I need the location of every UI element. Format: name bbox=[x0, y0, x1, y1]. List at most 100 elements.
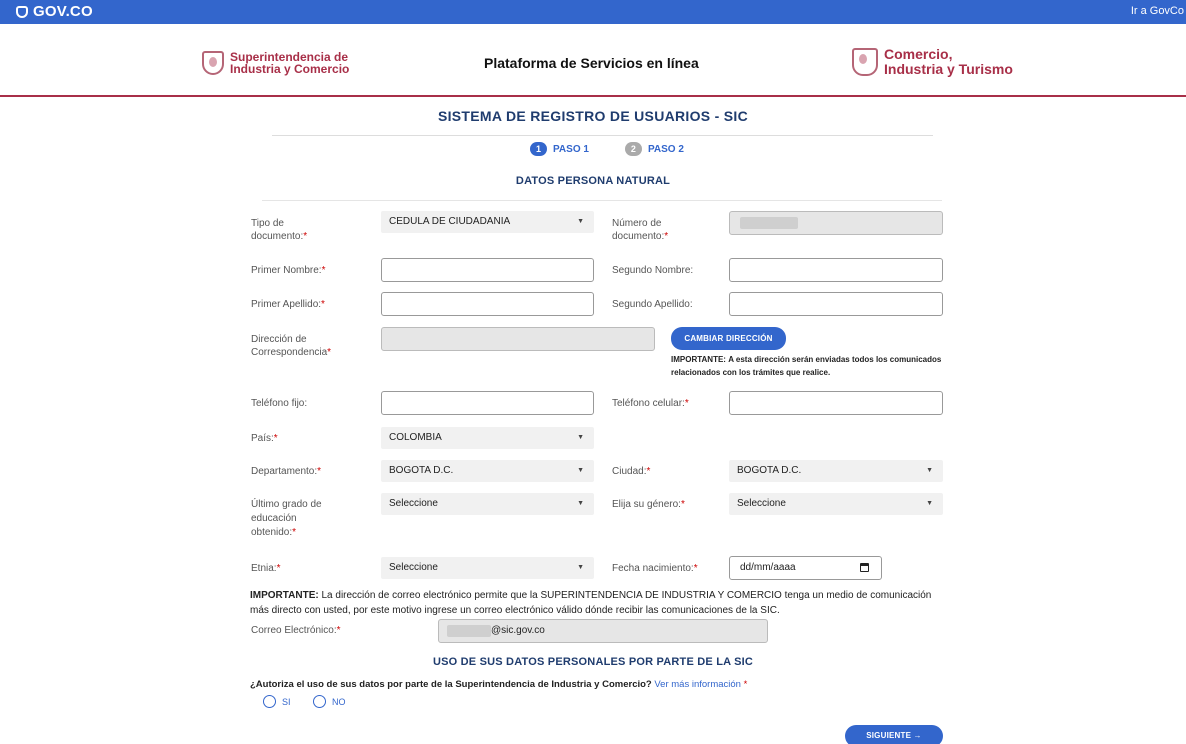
mincit-name-line1: Comercio, bbox=[884, 46, 953, 62]
fecha-label: Fecha nacimiento:* bbox=[612, 562, 698, 575]
siguiente-button[interactable]: SIGUIENTE → bbox=[845, 725, 943, 744]
tipo-doc-label: Tipo de documento:* bbox=[251, 217, 307, 243]
step-1-number: 1 bbox=[530, 142, 547, 156]
tipo-doc-label-line1: Tipo de bbox=[251, 218, 284, 229]
direccion-label-line2: Correspondencia* bbox=[251, 346, 331, 359]
direccion-label: Dirección de Correspondencia* bbox=[251, 333, 331, 359]
chevron-down-icon: ▼ bbox=[926, 467, 933, 474]
telefono-fijo-label: Teléfono fijo: bbox=[251, 398, 308, 409]
pais-select[interactable]: COLOMBIA ▼ bbox=[381, 427, 594, 449]
educacion-label-text: obtenido: bbox=[251, 527, 293, 538]
telefono-fijo-input[interactable] bbox=[381, 391, 594, 415]
cambiar-direccion-button[interactable]: CAMBIAR DIRECCIÓN bbox=[671, 327, 786, 350]
genero-select[interactable]: Seleccione ▼ bbox=[729, 493, 943, 515]
datos-personales-title: USO DE SUS DATOS PERSONALES POR PARTE DE… bbox=[432, 656, 754, 668]
fecha-nacimiento-input[interactable]: dd/mm/aaaa bbox=[729, 556, 882, 580]
redacted-value bbox=[740, 217, 798, 229]
segundo-nombre-input[interactable] bbox=[729, 258, 943, 282]
required-mark: * bbox=[321, 265, 326, 276]
ir-a-govco-link[interactable]: Ir a GovCo bbox=[1131, 5, 1184, 17]
govco-logo-text: GOV.CO bbox=[33, 3, 93, 20]
educacion-label-line2: educación bbox=[251, 513, 297, 524]
email-important-note: IMPORTANTE: La dirección de correo elect… bbox=[250, 588, 945, 618]
primer-nombre-input[interactable] bbox=[381, 258, 594, 282]
numero-doc-label-line2: documento:* bbox=[612, 230, 668, 243]
govco-logo[interactable]: GOV.CO bbox=[16, 3, 93, 20]
etnia-label: Etnia:* bbox=[251, 562, 280, 575]
genero-value: Seleccione bbox=[737, 498, 786, 509]
required-mark: * bbox=[693, 563, 698, 574]
sic-brand[interactable]: Superintendencia de Industria y Comercio bbox=[202, 51, 349, 75]
platform-title: Plataforma de Servicios en línea bbox=[484, 55, 699, 71]
numero-doc-label-text: documento: bbox=[612, 231, 665, 242]
email-input[interactable]: @sic.gov.co bbox=[438, 619, 768, 643]
govco-shield-icon bbox=[16, 5, 28, 18]
numero-doc-label: Número de documento:* bbox=[612, 217, 668, 243]
tipo-doc-value: CEDULA DE CIUDADANIA bbox=[389, 216, 511, 227]
direccion-note-line2: relacionados con los trámites que realic… bbox=[671, 366, 943, 379]
required-mark: * bbox=[684, 398, 689, 409]
calendar-icon[interactable] bbox=[860, 563, 869, 572]
tipo-doc-label-line2: documento:* bbox=[251, 230, 307, 243]
direccion-label-text: Correspondencia bbox=[251, 347, 328, 358]
radio-no-label: NO bbox=[332, 696, 346, 707]
chevron-down-icon: ▼ bbox=[926, 500, 933, 507]
primer-apellido-input[interactable] bbox=[381, 292, 594, 316]
consent-question: ¿Autoriza el uso de sus datos por parte … bbox=[250, 679, 747, 690]
chevron-down-icon: ▼ bbox=[577, 467, 584, 474]
email-label-text: Correo Electrónico: bbox=[251, 625, 337, 636]
numero-doc-label-line1: Número de bbox=[612, 218, 662, 229]
segundo-apellido-label: Segundo Apellido: bbox=[612, 299, 693, 310]
primer-apellido-label-text: Primer Apellido: bbox=[251, 299, 322, 310]
page-title: SISTEMA DE REGISTRO DE USUARIOS - SIC bbox=[437, 108, 749, 124]
radio-no[interactable]: NO bbox=[313, 695, 346, 708]
required-mark: * bbox=[303, 231, 308, 242]
required-mark: * bbox=[336, 625, 341, 636]
chevron-down-icon: ▼ bbox=[577, 500, 584, 507]
mincit-brand[interactable]: Comercio, Industria y Turismo bbox=[852, 47, 1013, 77]
ver-mas-link[interactable]: Ver más información bbox=[654, 679, 741, 690]
step-1-label: PASO 1 bbox=[553, 143, 589, 155]
step-1: 1 PASO 1 bbox=[530, 142, 589, 156]
required-mark: * bbox=[664, 231, 669, 242]
chevron-down-icon: ▼ bbox=[577, 434, 584, 441]
segundo-nombre-label: Segundo Nombre: bbox=[612, 265, 694, 276]
etnia-select[interactable]: Seleccione ▼ bbox=[381, 557, 594, 579]
step-2-number: 2 bbox=[624, 142, 642, 156]
step-2: 2 PASO 2 bbox=[624, 142, 684, 156]
telefono-celular-input[interactable] bbox=[729, 391, 943, 415]
genero-label: Elija su género:* bbox=[612, 498, 685, 511]
departamento-select[interactable]: BOGOTA D.C. ▼ bbox=[381, 460, 594, 482]
direccion-note-strong: IMPORTANTE: bbox=[671, 355, 726, 364]
genero-label-text: Elija su género: bbox=[612, 499, 681, 510]
direccion-note-text1: A esta dirección serán enviadas todos lo… bbox=[728, 355, 942, 364]
direccion-label-line1: Dirección de bbox=[251, 334, 307, 345]
direccion-input[interactable] bbox=[381, 327, 655, 351]
required-mark: * bbox=[317, 466, 322, 477]
telefono-celular-label-text: Teléfono celular: bbox=[612, 398, 685, 409]
site-header: Superintendencia de Industria y Comercio… bbox=[0, 24, 1186, 97]
segundo-apellido-input[interactable] bbox=[729, 292, 943, 316]
ciudad-select[interactable]: BOGOTA D.C. ▼ bbox=[729, 460, 943, 482]
radio-circle-icon bbox=[313, 695, 326, 708]
ciudad-label-text: Ciudad: bbox=[612, 466, 647, 477]
govco-bar: GOV.CO Ir a GovCo bbox=[0, 0, 1186, 24]
pais-label: País:* bbox=[251, 432, 278, 445]
telefono-celular-label: Teléfono celular:* bbox=[612, 397, 689, 410]
sic-name-line2: Industria y Comercio bbox=[230, 62, 350, 76]
chevron-down-icon: ▼ bbox=[577, 218, 584, 225]
radio-circle-icon bbox=[263, 695, 276, 708]
tipo-doc-select[interactable]: CEDULA DE CIUDADANIA ▼ bbox=[381, 211, 594, 233]
primer-nombre-label: Primer Nombre:* bbox=[251, 264, 325, 277]
step-indicator: 1 PASO 1 2 PASO 2 bbox=[530, 142, 684, 156]
mincit-name-line2: Industria y Turismo bbox=[884, 61, 1013, 77]
educacion-select[interactable]: Seleccione ▼ bbox=[381, 493, 594, 515]
direccion-note-text2: relacionados con los trámites que realic… bbox=[671, 368, 831, 377]
educacion-label-line3: obtenido:* bbox=[251, 526, 322, 540]
required-mark: * bbox=[292, 527, 297, 538]
departamento-label-text: Departamento: bbox=[251, 466, 318, 477]
ciudad-label: Ciudad:* bbox=[612, 465, 650, 478]
title-divider bbox=[272, 135, 933, 136]
radio-si[interactable]: SI bbox=[263, 695, 291, 708]
numero-doc-input[interactable] bbox=[729, 211, 943, 235]
